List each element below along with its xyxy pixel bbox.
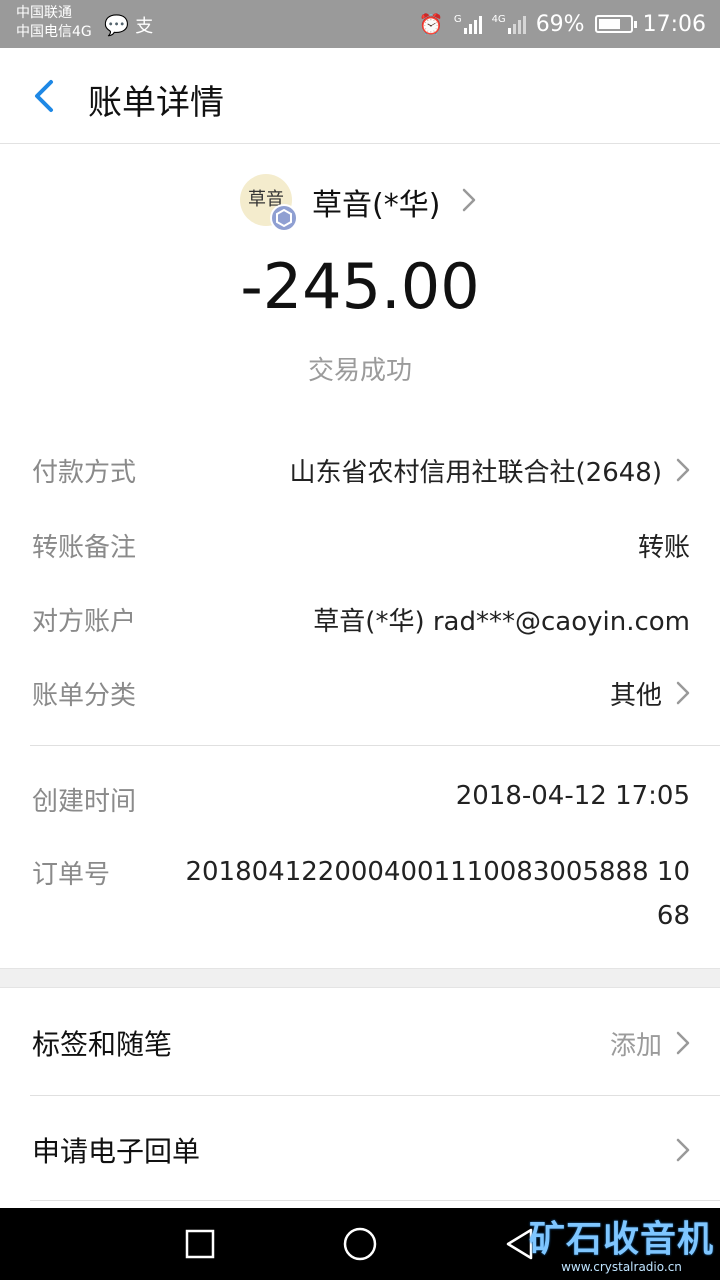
payee-header[interactable]: 草音 草音(*华) [0, 174, 720, 232]
watermark: 矿石收音机 www.crystalradio.cn [529, 1210, 714, 1274]
remark-row: 转账备注 转账 [0, 527, 720, 567]
battery-percent: 69% [535, 11, 585, 37]
order-number-row: 订单号 2018041220004001110083005888 1068 [0, 850, 720, 940]
status-right: ⏰ G 4G 69% 17:06 [419, 9, 706, 39]
watermark-title: 矿石收音机 [528, 1219, 714, 1260]
payment-method-value: 山东省农村信用社联合社(2648) [289, 458, 662, 488]
category-label: 账单分类 [32, 681, 137, 711]
tags-notes-row[interactable]: 标签和随笔 添加 [0, 989, 720, 1095]
carrier-1: 中国联通 [16, 5, 72, 21]
circle-icon [343, 1227, 377, 1261]
alarm-icon: ⏰ [418, 12, 444, 36]
carrier-info: 中国联通 中国电信4G [16, 4, 92, 42]
chevron-right-icon [676, 1138, 690, 1162]
nav-bar: 账单详情 [0, 48, 720, 144]
alipay-icon: 支 [135, 16, 154, 37]
network-type-2: 4G [491, 14, 506, 25]
payment-method-label: 付款方式 [32, 458, 137, 488]
square-icon [185, 1229, 215, 1259]
chevron-right-icon [462, 188, 476, 212]
recent-apps-button[interactable] [164, 1208, 236, 1280]
watermark-url: www.crystalradio.cn [561, 1260, 682, 1274]
counterparty-value: 草音(*华) rad***@caoyin.com [313, 607, 690, 637]
chevron-right-icon [676, 458, 690, 482]
order-number-value: 2018041220004001110083005888 1068 [185, 857, 690, 931]
notification-icons: 💬 支 [104, 12, 153, 38]
e-receipt-row[interactable]: 申请电子回单 [0, 1096, 720, 1202]
tags-notes-label: 标签和随笔 [32, 1028, 173, 1061]
order-number-label: 订单号 [32, 860, 111, 890]
page-title: 账单详情 [88, 83, 224, 123]
created-time-label: 创建时间 [32, 787, 137, 817]
battery-icon [594, 15, 637, 33]
carrier-2: 中国电信4G [16, 24, 92, 40]
remark-label: 转账备注 [32, 533, 137, 563]
payee-name: 草音(*华) [312, 188, 441, 223]
message-icon: 💬 [104, 13, 129, 37]
e-receipt-label: 申请电子回单 [32, 1135, 201, 1168]
clock: 17:06 [642, 11, 706, 37]
verified-badge-icon [270, 204, 298, 232]
created-time-value: 2018-04-12 17:05 [455, 781, 690, 811]
remark-value: 转账 [637, 533, 690, 563]
back-arrow-icon[interactable] [28, 78, 64, 114]
home-button[interactable] [324, 1208, 396, 1280]
amount: -245.00 [240, 250, 480, 323]
counterparty-row: 对方账户 草音(*华) rad***@caoyin.com [0, 601, 720, 641]
chevron-right-icon [676, 681, 690, 705]
section-gap [0, 968, 720, 988]
tags-notes-value: 添加 [609, 1031, 662, 1061]
category-row[interactable]: 账单分类 其他 [0, 675, 720, 715]
created-time-row: 创建时间 2018-04-12 17:05 [0, 781, 720, 821]
category-value: 其他 [609, 681, 662, 711]
counterparty-label: 对方账户 [32, 607, 137, 637]
chevron-right-icon [676, 1031, 690, 1055]
signal-icon-2: 4G [492, 14, 526, 34]
transaction-status: 交易成功 [307, 356, 412, 386]
payment-method-row[interactable]: 付款方式 山东省农村信用社联合社(2648) [0, 452, 720, 492]
divider [30, 745, 720, 746]
divider [30, 1200, 720, 1201]
signal-icon: G [454, 14, 482, 34]
network-type-1: G [453, 14, 462, 25]
status-bar: 中国联通 中国电信4G 💬 支 ⏰ G 4G 69% 17:06 [0, 0, 720, 48]
